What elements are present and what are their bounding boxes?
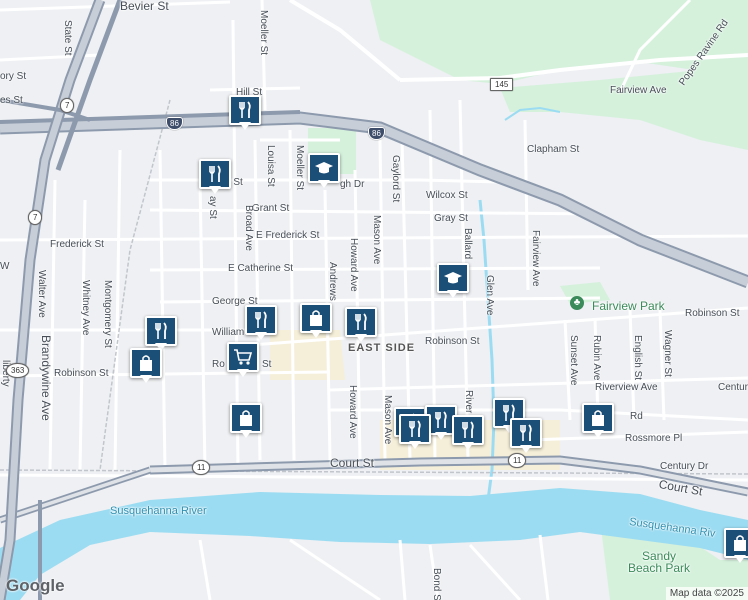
poi-marker-shopping[interactable] [582, 403, 614, 439]
poi-marker-grocery[interactable] [227, 342, 259, 378]
poi-marker-restaurant[interactable] [399, 414, 431, 450]
poi-marker-restaurant[interactable] [199, 159, 231, 195]
route-7-363 [0, 0, 123, 600]
fork-knife-icon [251, 310, 271, 330]
fork-knife-icon [516, 423, 536, 443]
shopping-bag-icon [136, 353, 156, 373]
poi-marker-restaurant[interactable] [452, 415, 484, 451]
shopping-cart-icon [233, 347, 253, 367]
fork-knife-icon [458, 420, 478, 440]
fork-knife-icon [431, 410, 451, 430]
fork-knife-icon [205, 164, 225, 184]
shopping-bag-icon [588, 408, 608, 428]
google-logo: Google [6, 576, 65, 595]
fork-knife-icon [405, 419, 425, 439]
shopping-bag-icon [306, 308, 326, 328]
park-tree-icon: ♣ [570, 296, 584, 310]
graduation-cap-icon [314, 158, 334, 178]
graduation-cap-icon [443, 268, 463, 288]
poi-marker-school[interactable] [437, 263, 469, 299]
map-base-layer [0, 0, 748, 600]
map-attribution[interactable]: Map data ©2025 [665, 587, 748, 600]
poi-marker-school[interactable] [308, 153, 340, 189]
route-145-shield: 145 [490, 78, 514, 91]
shopping-bag-icon [236, 408, 256, 428]
poi-marker-restaurant[interactable] [245, 305, 277, 341]
poi-marker-restaurant[interactable] [229, 95, 261, 131]
poi-marker-shopping[interactable] [300, 303, 332, 339]
poi-marker-shopping[interactable] [130, 348, 162, 384]
poi-marker-restaurant[interactable] [345, 307, 377, 343]
fork-knife-icon [151, 321, 171, 341]
map-canvas[interactable]: Bevier St State St Moeller St Hill St Fa… [0, 0, 748, 600]
poi-marker-restaurant[interactable] [510, 418, 542, 454]
poi-marker-shopping[interactable] [724, 528, 748, 564]
park-area-fairview [560, 282, 610, 304]
poi-marker-restaurant[interactable] [145, 316, 177, 352]
fork-knife-icon [351, 312, 371, 332]
shopping-bag-icon [730, 533, 748, 553]
fork-knife-icon [235, 100, 255, 120]
poi-marker-shopping[interactable] [230, 403, 262, 439]
